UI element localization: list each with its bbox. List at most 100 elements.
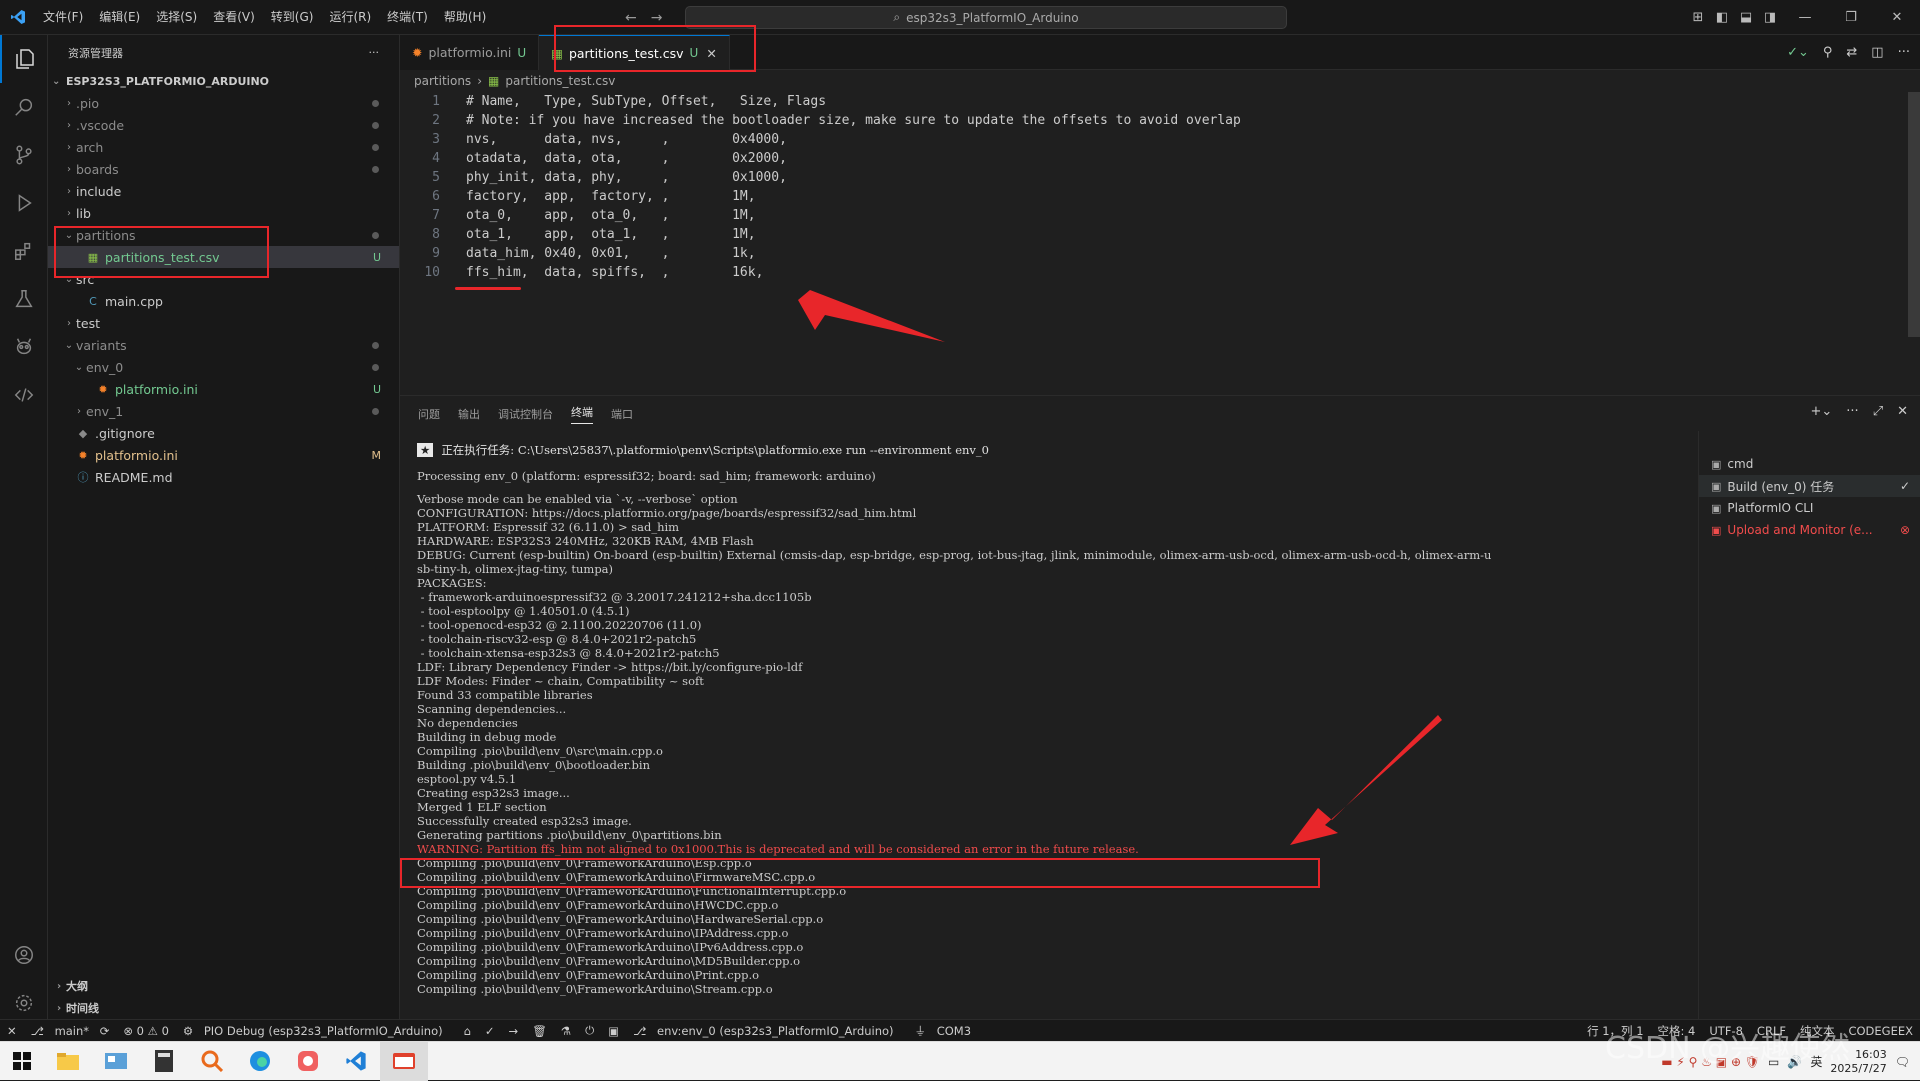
tree-item[interactable]: › include <box>48 180 399 202</box>
breadcrumb-file[interactable]: partitions_test.csv <box>505 74 615 88</box>
tree-item[interactable]: › .vscode <box>48 114 399 136</box>
file-explorer-icon[interactable] <box>44 1042 92 1081</box>
notification-icon[interactable]: 🗨 <box>1895 1055 1910 1069</box>
code-line[interactable]: 2 # Note: if you have increased the bootl… <box>400 111 1920 130</box>
account-icon[interactable] <box>0 931 48 979</box>
menu-item[interactable]: 编辑(E) <box>91 0 148 35</box>
tree-item[interactable]: › boards <box>48 158 399 180</box>
git-branch[interactable]: ⎇ main* ⟳ <box>24 1024 117 1038</box>
code-line[interactable]: 5 phy_init, data, phy, , 0x1000, <box>400 168 1920 187</box>
pio-upload-icon[interactable]: → <box>502 1024 526 1038</box>
menu-item[interactable]: 帮助(H) <box>436 0 494 35</box>
extensions-icon[interactable] <box>0 227 48 275</box>
pio-serial-icon[interactable]: ⏻ <box>578 1023 601 1038</box>
toggle-sidebar-icon[interactable]: ◧ <box>1710 10 1734 25</box>
tree-item[interactable]: ⌄ env_0 <box>48 356 399 378</box>
tree-item[interactable]: › lib <box>48 202 399 224</box>
outline-section[interactable]: › 大纲 <box>48 975 400 997</box>
menu-item[interactable]: 选择(S) <box>148 0 205 35</box>
pio-terminal-icon[interactable]: ▣ <box>601 1024 626 1038</box>
terminal-list-item[interactable]: ▣ Upload and Monitor (e... ⊗ <box>1699 519 1920 541</box>
pio-build-icon[interactable]: ✓ <box>478 1024 502 1038</box>
pio-build-icon[interactable]: ⚲ <box>1823 45 1833 60</box>
menu-item[interactable]: 终端(T) <box>379 0 436 35</box>
new-terminal-icon[interactable]: +⌄ <box>1810 404 1832 419</box>
code-line[interactable]: 3 nvs, data, nvs, , 0x4000, <box>400 130 1920 149</box>
panel-tab[interactable]: 问题 <box>418 406 440 422</box>
more-actions-icon[interactable]: ··· <box>369 46 380 59</box>
panel-tab[interactable]: 输出 <box>458 406 480 422</box>
menu-item[interactable]: 运行(R) <box>321 0 379 35</box>
app-icon[interactable] <box>284 1042 332 1081</box>
editor-scrollbar[interactable] <box>1908 92 1920 337</box>
pio-home-icon[interactable]: ⌂ <box>457 1024 478 1038</box>
minimize-button[interactable]: — <box>1782 10 1828 25</box>
tree-item[interactable]: ⓘ README.md <box>48 466 399 488</box>
terminal-app-icon[interactable] <box>380 1041 428 1081</box>
status-item[interactable]: CODEGEEX <box>1841 1024 1920 1038</box>
menu-item[interactable]: 查看(V) <box>205 0 263 35</box>
vscode-taskbar-icon[interactable] <box>332 1042 380 1081</box>
tree-item[interactable]: ◆ .gitignore <box>48 422 399 444</box>
forward-arrow-icon[interactable]: → <box>651 10 663 26</box>
terminal-output[interactable]: ★ 正在执行任务: C:\Users\25837\.platformio\penv… <box>400 431 1695 1020</box>
remote-code-icon[interactable] <box>0 371 48 419</box>
windows-start-icon[interactable] <box>0 1042 44 1081</box>
platformio-alien-icon[interactable] <box>0 323 48 371</box>
tab-platformio-ini[interactable]: ✹ platformio.ini U <box>400 35 540 70</box>
toggle-panel-icon[interactable]: ⬓ <box>1734 10 1758 25</box>
menu-item[interactable]: 转到(G) <box>263 0 322 35</box>
close-window-button[interactable]: ✕ <box>1874 10 1920 25</box>
pio-env[interactable]: ⎇ env:env_0 (esp32s3_PlatformIO_Arduino) <box>626 1024 907 1038</box>
workspace-root[interactable]: ⌄ ESP32S3_PLATFORMIO_ARDUINO <box>48 70 399 92</box>
tree-item[interactable]: › env_1 <box>48 400 399 422</box>
code-line[interactable]: 1 # Name, Type, SubType, Offset, Size, Fl… <box>400 92 1920 111</box>
control-panel-icon[interactable] <box>92 1042 140 1081</box>
tree-item[interactable]: ✹ platformio.ini U <box>48 378 399 400</box>
pio-clean-icon[interactable]: 🗑 <box>525 1024 554 1038</box>
source-control-icon[interactable] <box>0 131 48 179</box>
split-editor-icon[interactable]: ◫ <box>1871 45 1883 60</box>
panel-tab[interactable]: 终端 <box>571 404 593 424</box>
command-center-search[interactable]: ⌕ esp32s3_PlatformIO_Arduino <box>685 6 1287 29</box>
tree-item[interactable]: › arch <box>48 136 399 158</box>
compare-icon[interactable]: ⇄ <box>1846 45 1857 60</box>
terminal-list-item[interactable]: ▣ cmd <box>1699 453 1920 475</box>
explorer-icon[interactable] <box>0 35 48 83</box>
run-debug-icon[interactable] <box>0 179 48 227</box>
tree-item[interactable]: ✹ platformio.ini M <box>48 444 399 466</box>
back-arrow-icon[interactable]: ← <box>625 10 637 26</box>
code-line[interactable]: 8 ota_1, app, ota_1, , 1M, <box>400 225 1920 244</box>
tree-item[interactable]: Cmain.cpp <box>48 290 399 312</box>
check-icon[interactable]: ✓⌄ <box>1787 45 1809 60</box>
code-line[interactable]: 9 data_him, 0x40, 0x01, , 1k, <box>400 244 1920 263</box>
more-icon[interactable]: ··· <box>1846 404 1858 419</box>
pio-debug[interactable]: ⚙ PIO Debug (esp32s3_PlatformIO_Arduino) <box>176 1024 457 1038</box>
code-line[interactable]: 7 ota_0, app, ota_0, , 1M, <box>400 206 1920 225</box>
calculator-icon[interactable] <box>140 1042 188 1081</box>
edge-browser-icon[interactable] <box>236 1042 284 1081</box>
code-editor[interactable]: 1 # Name, Type, SubType, Offset, Size, Fl… <box>400 92 1920 282</box>
timeline-section[interactable]: › 时间线 <box>48 997 400 1019</box>
tree-item[interactable]: › test <box>48 312 399 334</box>
testing-icon[interactable] <box>0 275 48 323</box>
pio-test-icon[interactable]: ⚗ <box>554 1024 578 1038</box>
more-icon[interactable]: ··· <box>1898 45 1910 60</box>
tree-item[interactable]: ⌄ variants <box>48 334 399 356</box>
search-view-icon[interactable] <box>0 83 48 131</box>
terminal-list-item[interactable]: ▣ PlatformIO CLI <box>1699 497 1920 519</box>
pio-port[interactable]: ⏚ COM3 <box>908 1023 985 1039</box>
breadcrumb-folder[interactable]: partitions <box>414 74 471 88</box>
terminal-list-item[interactable]: ▣ Build (env_0) 任务 ✓ <box>1699 475 1920 497</box>
code-line[interactable]: 6 factory, app, factory, , 1M, <box>400 187 1920 206</box>
layout-customize-icon[interactable]: ⊞ <box>1686 10 1710 25</box>
panel-tab[interactable]: 调试控制台 <box>498 406 553 422</box>
menu-item[interactable]: 文件(F) <box>35 0 91 35</box>
close-panel-icon[interactable]: ✕ <box>1897 404 1908 419</box>
tree-item[interactable]: › .pio <box>48 92 399 114</box>
search-app-icon[interactable] <box>188 1042 236 1081</box>
remote-icon[interactable]: ✕ <box>0 1024 24 1038</box>
toggle-secondary-sidebar-icon[interactable]: ◨ <box>1758 10 1782 25</box>
code-line[interactable]: 10 ffs_him, data, spiffs, , 16k, <box>400 263 1920 282</box>
code-line[interactable]: 4 otadata, data, ota, , 0x2000, <box>400 149 1920 168</box>
